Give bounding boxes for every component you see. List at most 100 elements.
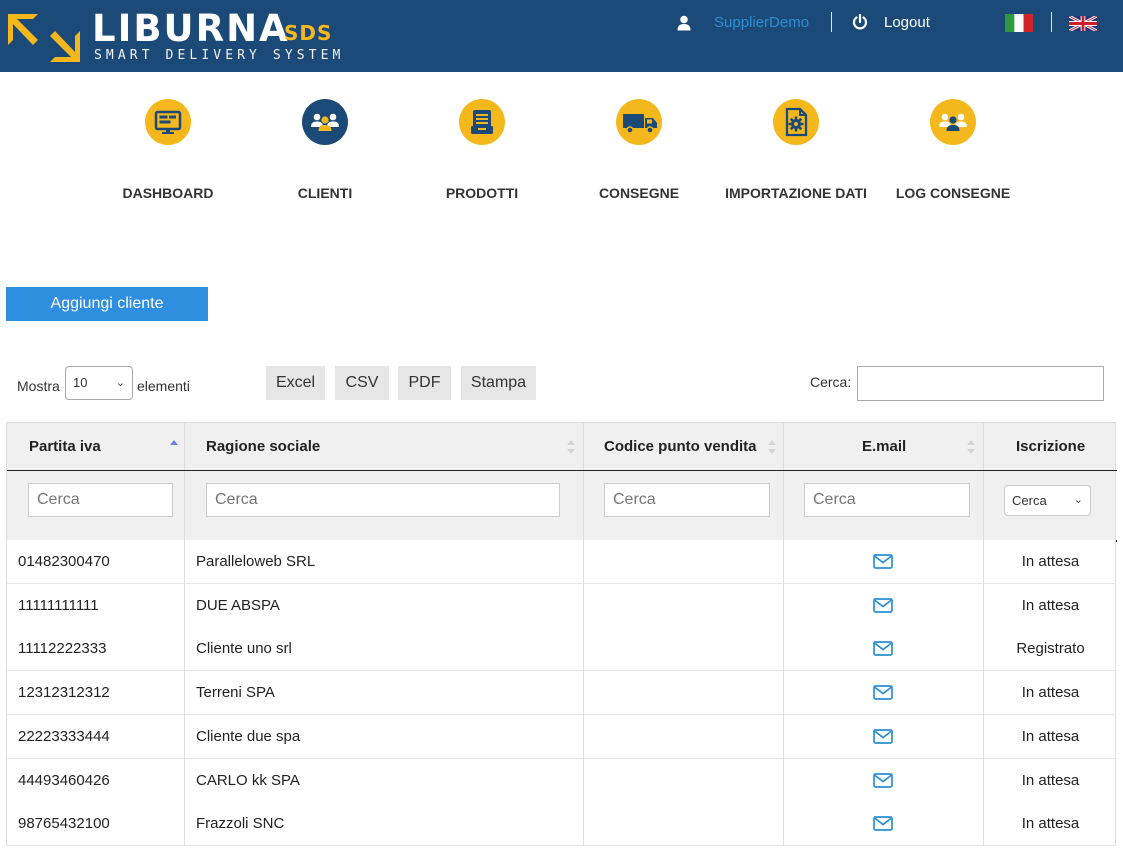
filter-partita-iva-input[interactable] <box>28 483 173 517</box>
column-divider <box>583 627 584 672</box>
column-divider <box>184 423 185 541</box>
cell-iscrizione: In attesa <box>1021 815 1080 833</box>
envelope-icon[interactable] <box>873 554 893 569</box>
table-row[interactable]: 22223333444 Cliente due spa In attesa <box>6 714 1116 759</box>
cell-iscrizione: In attesa <box>1021 553 1080 570</box>
dashboard-icon <box>145 99 191 145</box>
envelope-icon[interactable] <box>873 728 893 744</box>
column-header-iscrizione[interactable]: Iscrizione <box>1016 423 1085 470</box>
envelope-icon[interactable] <box>873 772 893 788</box>
cell-iscrizione: In attesa <box>1021 771 1080 789</box>
print-button[interactable]: Stampa <box>461 366 536 400</box>
column-divider <box>783 423 784 541</box>
top-header-bar: LIBURNA SDS SMART DELIVERY SYSTEM Suppli… <box>0 0 1123 72</box>
cell-partita-iva: 01482300470 <box>18 553 110 570</box>
export-csv-button[interactable]: CSV <box>335 366 389 400</box>
column-divider <box>583 583 584 628</box>
cell-partita-iva: 98765432100 <box>18 815 110 833</box>
search-label: Cerca: <box>810 374 852 390</box>
nav-clienti[interactable]: CLIENTI <box>250 99 400 249</box>
username-link[interactable]: SupplierDemo <box>714 14 809 32</box>
cell-ragione-sociale: Cliente uno srl <box>196 640 292 658</box>
filter-iscrizione-value: Cerca <box>1012 493 1047 508</box>
column-divider <box>783 540 784 584</box>
column-header-ragione-sociale[interactable]: Ragione sociale <box>206 423 320 470</box>
page-length-label: Mostra <box>17 378 60 394</box>
envelope-icon[interactable] <box>873 685 893 700</box>
search-input[interactable] <box>857 366 1104 401</box>
table-header: Partita iva Ragione sociale Codice punto… <box>6 422 1117 542</box>
filter-codice-input[interactable] <box>604 483 770 517</box>
page-length-value: 10 <box>73 375 88 390</box>
brand-suffix: SDS <box>284 21 333 45</box>
table-row[interactable]: 12312312312 Terreni SPA In attesa <box>6 671 1116 716</box>
column-divider <box>583 714 584 759</box>
brand-name: LIBURNA <box>92 7 290 50</box>
filter-email-input[interactable] <box>804 483 970 517</box>
cell-iscrizione: In attesa <box>1021 596 1080 614</box>
cell-iscrizione: Registrato <box>1016 640 1085 658</box>
column-divider <box>783 583 784 628</box>
table-row[interactable]: 11112222333 Cliente uno srl Registrato <box>6 627 1116 672</box>
column-divider <box>783 671 784 716</box>
sort-both-icon[interactable] <box>767 438 777 456</box>
nav-prodotti[interactable]: PRODOTTI <box>407 99 557 249</box>
column-header-codice-punto-vendita[interactable]: Codice punto vendita <box>604 423 757 470</box>
filter-iscrizione-select[interactable]: Cerca ⌄ <box>1004 485 1091 516</box>
column-divider <box>184 758 185 803</box>
header-divider <box>7 470 1117 471</box>
logout-link[interactable]: Logout <box>884 14 930 32</box>
cell-iscrizione: In attesa <box>1021 684 1080 702</box>
nav-importazione-dati[interactable]: IMPORTAZIONE DATI <box>721 99 871 249</box>
power-icon[interactable] <box>852 14 868 30</box>
column-header-partita-iva[interactable]: Partita iva <box>29 423 101 470</box>
cell-partita-iva: 22223333444 <box>18 727 110 745</box>
log-users-icon <box>930 99 976 145</box>
column-divider <box>783 627 784 672</box>
column-divider <box>983 423 984 541</box>
table-row[interactable]: 01482300470 Paralleloweb SRL In attesa <box>6 540 1116 584</box>
header-divider <box>1051 12 1052 32</box>
cell-ragione-sociale: Cliente due spa <box>196 727 301 745</box>
import-gear-icon <box>773 99 819 145</box>
filter-ragione-sociale-input[interactable] <box>206 483 560 517</box>
envelope-icon[interactable] <box>873 816 893 832</box>
column-divider <box>583 540 584 584</box>
nav-label: DASHBOARD <box>122 185 214 201</box>
truck-icon <box>616 99 662 145</box>
nav-dashboard[interactable]: DASHBOARD <box>93 99 243 249</box>
column-divider <box>184 540 185 584</box>
nav-log-consegne[interactable]: LOG CONSEGNE <box>878 99 1028 249</box>
table-row[interactable]: 11111111111 DUE ABSPA In attesa <box>6 583 1116 628</box>
nav-consegne[interactable]: CONSEGNE <box>564 99 714 249</box>
column-divider <box>783 758 784 803</box>
column-divider <box>184 583 185 628</box>
sort-both-icon[interactable] <box>966 438 976 456</box>
cell-partita-iva: 11112222333 <box>18 640 107 658</box>
column-divider <box>583 802 584 847</box>
page-length-select[interactable]: 10 ⌄ <box>65 366 133 400</box>
table-row[interactable]: 44493460426 CARLO kk SPA In attesa <box>6 758 1116 803</box>
italy-flag-icon[interactable] <box>1005 14 1033 32</box>
sort-both-icon[interactable] <box>566 438 576 456</box>
logo-arrows-icon <box>8 14 80 62</box>
column-header-email[interactable]: E.mail <box>862 423 906 470</box>
sort-asc-icon[interactable] <box>169 438 179 456</box>
table-row[interactable]: 98765432100 Frazzoli SNC In attesa <box>6 802 1116 847</box>
chevron-down-icon: ⌄ <box>115 377 125 389</box>
page-length-suffix: elementi <box>137 378 190 394</box>
column-divider <box>184 714 185 759</box>
nav-label: PRODOTTI <box>445 185 519 201</box>
nav-label: LOG CONSEGNE <box>895 185 1011 201</box>
logo[interactable]: LIBURNA SDS SMART DELIVERY SYSTEM <box>6 8 346 64</box>
cell-partita-iva: 11111111111 <box>18 596 99 614</box>
envelope-icon[interactable] <box>873 597 893 613</box>
add-client-button[interactable]: Aggiungi cliente <box>6 287 208 321</box>
uk-flag-icon[interactable] <box>1069 16 1097 31</box>
column-divider <box>184 802 185 847</box>
cell-ragione-sociale: DUE ABSPA <box>196 596 280 614</box>
envelope-icon[interactable] <box>873 641 893 657</box>
clients-icon <box>302 99 348 145</box>
export-excel-button[interactable]: Excel <box>266 366 325 400</box>
export-pdf-button[interactable]: PDF <box>398 366 451 400</box>
